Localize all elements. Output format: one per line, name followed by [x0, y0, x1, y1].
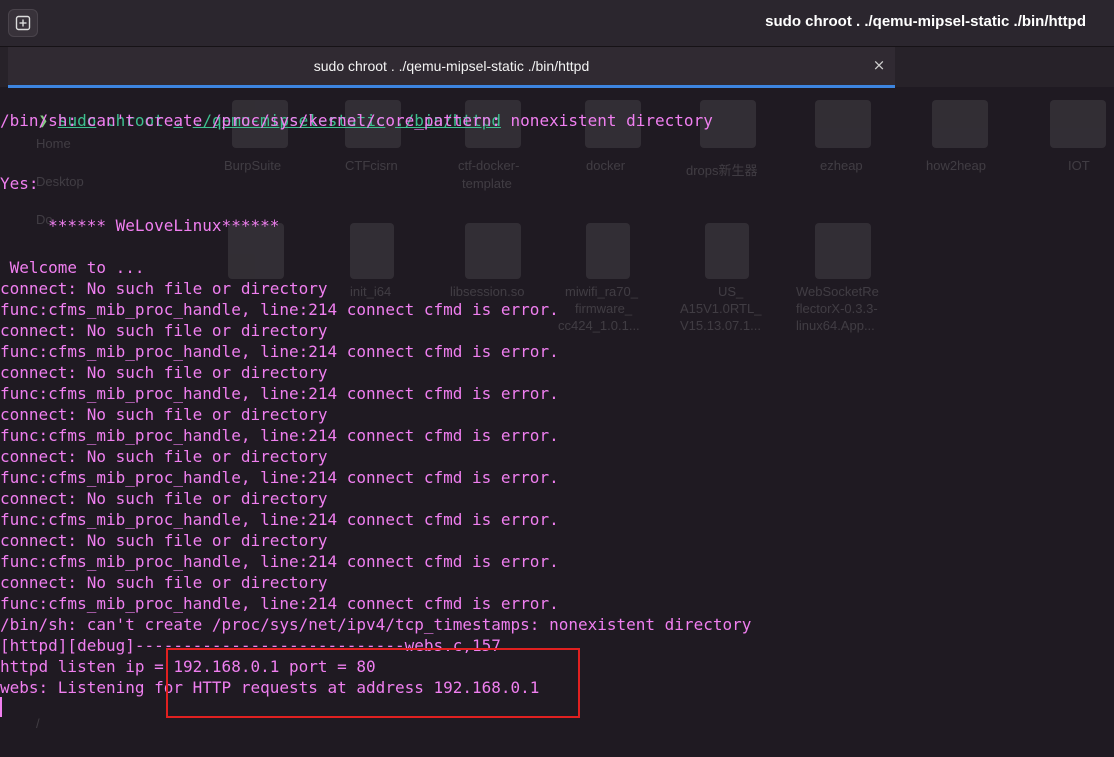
new-tab-button[interactable] — [8, 9, 38, 37]
close-icon[interactable]: × — [870, 55, 888, 75]
output-line: func:cfms_mib_proc_handle, line:214 conn… — [0, 300, 559, 319]
highlight-annotation — [166, 648, 580, 718]
output-line: /bin/sh: can't create /proc/sys/net/ipv4… — [0, 615, 752, 634]
text-cursor — [0, 697, 2, 717]
output-line: connect: No such file or directory — [0, 489, 328, 508]
output-line: func:cfms_mib_proc_handle, line:214 conn… — [0, 510, 559, 529]
output-line: connect: No such file or directory — [0, 531, 328, 550]
output-line: Welcome to ... — [0, 258, 145, 277]
output-line: func:cfms_mib_proc_handle, line:214 conn… — [0, 384, 559, 403]
output-line: func:cfms_mib_proc_handle, line:214 conn… — [0, 552, 559, 571]
command-line: ❯ sudo chroot . ./qemu-mipsel-static ./b… — [0, 89, 501, 130]
tab-bar: sudo chroot . ./qemu-mipsel-static ./bin… — [0, 47, 1114, 87]
window-title: sudo chroot . ./qemu-mipsel-static ./bin… — [765, 13, 1086, 30]
output-line: connect: No such file or directory — [0, 321, 328, 340]
tab-terminal[interactable]: sudo chroot . ./qemu-mipsel-static ./bin… — [8, 47, 895, 87]
output-line: func:cfms_mib_proc_handle, line:214 conn… — [0, 594, 559, 613]
output-line: connect: No such file or directory — [0, 363, 328, 382]
output-line: connect: No such file or directory — [0, 405, 328, 424]
output-line: connect: No such file or directory — [0, 573, 328, 592]
output-line: ****** WeLoveLinux****** — [0, 216, 280, 235]
tab-label: sudo chroot . ./qemu-mipsel-static ./bin… — [313, 58, 590, 74]
output-line: func:cfms_mib_proc_handle, line:214 conn… — [0, 342, 559, 361]
output-line: /bin/sh: can't create /proc/sys/kernel/c… — [0, 111, 713, 130]
active-tab-indicator — [8, 85, 895, 88]
output-line: func:cfms_mib_proc_handle, line:214 conn… — [0, 426, 559, 445]
new-tab-icon — [15, 15, 31, 31]
title-bar: sudo chroot . ./qemu-mipsel-static ./bin… — [0, 0, 1114, 47]
output-line: connect: No such file or directory — [0, 279, 328, 298]
output-line: connect: No such file or directory — [0, 447, 328, 466]
output-line: Yes: — [0, 174, 39, 193]
output-line: func:cfms_mib_proc_handle, line:214 conn… — [0, 468, 559, 487]
